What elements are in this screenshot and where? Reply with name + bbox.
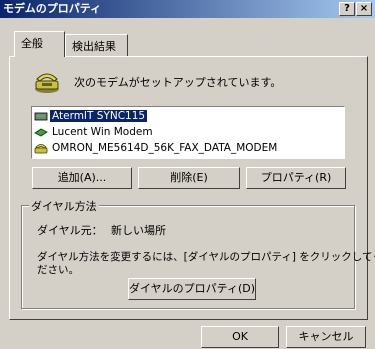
- phone-modem-icon: [34, 143, 48, 153]
- list-item[interactable]: Lucent Win Modem: [34, 124, 155, 139]
- modem-label: AtermIT SYNC115: [50, 109, 148, 122]
- modem-label: OMRON_ME5614D_56K_FAX_DATA_MODEM: [52, 141, 278, 154]
- remove-button[interactable]: 削除(E): [138, 167, 240, 189]
- help-button[interactable]: ?: [339, 2, 355, 16]
- properties-button[interactable]: プロパティ(R): [246, 167, 346, 189]
- add-button[interactable]: 追加(A)...: [32, 167, 132, 189]
- modem-list[interactable]: AtermIT SYNC115 Lucent Win Modem OMRON_M…: [31, 106, 345, 159]
- title-bar: モデムのプロパティ ? ×: [0, 0, 375, 18]
- modem-label: Lucent Win Modem: [52, 125, 153, 138]
- dialing-from-label: ダイヤル元：: [37, 224, 103, 237]
- phone-modem-icon: [35, 73, 59, 93]
- dialing-group-label: ダイヤル方法: [29, 198, 99, 214]
- cancel-button[interactable]: キャンセル: [286, 326, 366, 348]
- tab-general[interactable]: 全般: [14, 31, 65, 57]
- tab-diagnostics[interactable]: 検出結果: [65, 34, 128, 56]
- ok-button[interactable]: OK: [201, 326, 279, 348]
- dialing-from-value: 新しい場所: [111, 224, 166, 237]
- tab-diagnostics-label: 検出結果: [72, 40, 116, 53]
- tab-general-label: 全般: [21, 37, 43, 50]
- header-text: 次のモデムがセットアップされています。: [74, 76, 282, 89]
- window-title: モデムのプロパティ: [3, 2, 102, 15]
- modem-icon: [34, 128, 48, 136]
- dialing-properties-button[interactable]: ダイヤルのプロパティ(D): [128, 278, 256, 300]
- close-button[interactable]: ×: [356, 2, 372, 16]
- list-item[interactable]: AtermIT SYNC115: [34, 108, 148, 123]
- list-item[interactable]: OMRON_ME5614D_56K_FAX_DATA_MODEM: [34, 140, 279, 155]
- modem-icon: [34, 112, 48, 120]
- dialing-description-line1: ダイヤル方法を変更するには、[ダイヤルのプロパティ] をクリックしてく: [37, 251, 375, 263]
- dialing-description-line2: ださい。: [37, 264, 79, 276]
